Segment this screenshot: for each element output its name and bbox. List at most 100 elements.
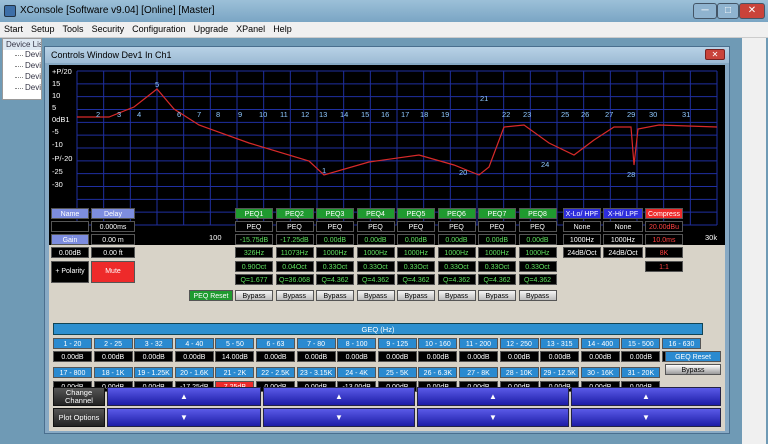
band-marker[interactable]: 6 [177,110,181,119]
peq-header[interactable]: PEQ2 [275,208,314,219]
geq-band-value[interactable]: 0.00dB [418,351,458,362]
peq-freq[interactable]: 11073Hz [275,247,314,258]
peq-bypass-button[interactable]: Bypass [235,290,273,301]
band-marker[interactable]: 13 [319,110,327,119]
band-marker[interactable]: 27 [605,110,613,119]
peq-freq[interactable]: 326Hz [235,247,273,258]
delay-ft-field[interactable]: 0.00 ft [91,247,135,258]
scroll-up-button[interactable]: ▲ [417,387,569,406]
band-marker[interactable]: 4 [137,110,141,119]
peq-bypass-button[interactable]: Bypass [518,290,557,301]
band-marker[interactable]: 9 [238,110,242,119]
mute-button[interactable]: Mute [91,261,135,283]
geq-band-value[interactable]: 14.00dB [215,351,255,362]
window-close-button[interactable]: ✕ [705,49,725,60]
geq-band-value[interactable]: 0.00dB [621,351,661,362]
peq-header[interactable]: PEQ3 [316,208,354,219]
peq-bypass-button[interactable]: Bypass [356,290,395,301]
peq-q[interactable]: Q=4.362 [356,274,395,285]
band-marker[interactable]: 11 [280,110,288,119]
peq-gain[interactable]: 0.00dB [397,234,435,245]
peq-q[interactable]: Q=1.677 [235,274,273,285]
peq-bandwidth[interactable]: 0.90Oct [235,261,273,272]
band-marker[interactable]: 2 [96,110,100,119]
band-marker[interactable]: 31 [682,110,690,119]
band-marker[interactable]: 14 [340,110,348,119]
band-marker[interactable]: 30 [649,110,657,119]
peq-bandwidth[interactable]: 0.33Oct [356,261,395,272]
peq-type[interactable]: PEQ [518,221,557,232]
peq-bypass-button[interactable]: Bypass [316,290,354,301]
band-marker[interactable]: 25 [561,110,569,119]
band-marker[interactable]: 12 [301,110,309,119]
peq-gain[interactable]: 0.00dB [356,234,395,245]
menu-start[interactable]: Start [0,22,27,36]
peq-q[interactable]: Q=4.362 [478,274,516,285]
geq-band-value[interactable]: 0.00dB [540,351,580,362]
peq-q[interactable]: Q=4.362 [437,274,476,285]
hpf-label[interactable]: X-Lo/ HPF [563,208,601,219]
peq-bandwidth[interactable]: 0.33Oct [397,261,435,272]
band-marker[interactable]: 26 [581,110,589,119]
lpf-label[interactable]: X-Hi/ LPF [603,208,643,219]
band-marker[interactable]: 17 [401,110,409,119]
geq-band-value[interactable]: 0.00dB [256,351,295,362]
scroll-down-button[interactable]: ▼ [263,408,415,427]
geq-band-value[interactable]: 0.00dB [377,351,417,362]
peq-bypass-button[interactable]: Bypass [478,290,516,301]
menu-configuration[interactable]: Configuration [128,22,190,36]
peq-gain[interactable]: -15.75dB [235,234,273,245]
peq-header[interactable]: PEQ6 [437,208,476,219]
minimize-button[interactable]: ─ [693,3,717,19]
peq-type[interactable]: PEQ [437,221,476,232]
lpf-freq[interactable]: 1000Hz [603,234,643,245]
peq-type[interactable]: PEQ [478,221,516,232]
peq-bandwidth[interactable]: 0.33Oct [478,261,516,272]
band-marker[interactable]: 23 [523,110,531,119]
peq-q[interactable]: Q=4.362 [316,274,354,285]
band-marker[interactable]: 5 [155,80,159,89]
maximize-button[interactable]: □ [717,3,739,19]
lpf-type[interactable]: None [603,221,643,232]
scroll-up-button[interactable]: ▲ [571,387,721,406]
peq-freq[interactable]: 1000Hz [397,247,435,258]
band-marker[interactable]: 16 [381,110,389,119]
peq-type[interactable]: PEQ [356,221,395,232]
band-marker[interactable]: 8 [216,110,220,119]
menu-security[interactable]: Security [88,22,129,36]
scroll-down-button[interactable]: ▼ [571,408,721,427]
device-item[interactable]: Device [3,72,41,83]
polarity-button[interactable]: + Polarity [51,261,89,283]
geq-band-value[interactable]: 0.00dB [580,351,620,362]
geq-bypass-button[interactable]: Bypass [665,364,721,375]
menu-xpanel[interactable]: XPanel [232,22,269,36]
band-marker[interactable]: 20 [459,168,467,177]
band-marker[interactable]: 21 [480,94,488,103]
peq-bandwidth[interactable]: 0.33Oct [316,261,354,272]
geq-band-value[interactable]: 0.00dB [499,351,539,362]
hpf-slope[interactable]: 24dB/Oct [563,247,601,258]
geq-band-value[interactable]: 0.00dB [296,351,336,362]
band-marker[interactable]: 22 [502,110,510,119]
peq-header[interactable]: PEQ8 [518,208,557,219]
peq-freq[interactable]: 1000Hz [518,247,557,258]
compress-ratio[interactable]: 1:1 [645,261,683,272]
scroll-down-button[interactable]: ▼ [417,408,569,427]
band-marker[interactable]: 29 [627,110,635,119]
peq-type[interactable]: PEQ [235,221,273,232]
peq-q[interactable]: Q=4.362 [518,274,557,285]
hpf-type[interactable]: None [563,221,601,232]
scroll-up-button[interactable]: ▲ [107,387,261,406]
gain-field[interactable]: 0.00dB [51,247,89,258]
band-marker[interactable]: 28 [627,170,635,179]
change-channel-button[interactable]: Change Channel [53,387,105,406]
menu-tools[interactable]: Tools [59,22,88,36]
peq-header[interactable]: PEQ5 [397,208,435,219]
peq-bandwidth[interactable]: 0.04Oct [275,261,314,272]
device-item[interactable]: Device [3,83,41,94]
band-marker[interactable]: 1 [322,166,326,175]
delay-m-field[interactable]: 0.00 m [91,234,135,245]
geq-band-value[interactable]: 0.00dB [459,351,498,362]
scroll-down-button[interactable]: ▼ [107,408,261,427]
plot-options-button[interactable]: Plot Options [53,408,105,427]
